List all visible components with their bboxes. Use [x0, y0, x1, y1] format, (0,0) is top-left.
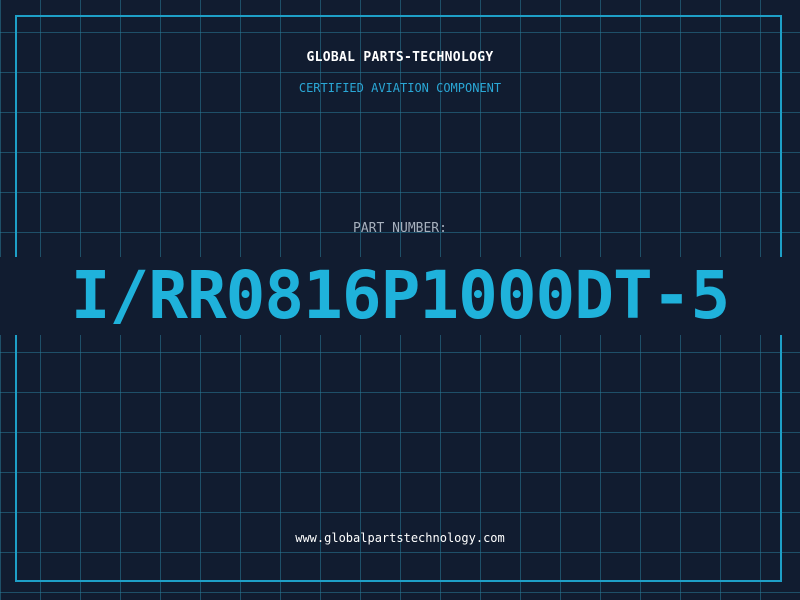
part-number-label: PART NUMBER:: [353, 221, 447, 236]
website-url: www.globalpartstechnology.com: [295, 531, 505, 545]
grid-background: GLOBAL PARTS-TECHNOLOGY CERTIFIED AVIATI…: [0, 0, 800, 600]
certification-tagline: CERTIFIED AVIATION COMPONENT: [298, 81, 502, 95]
company-name: GLOBAL PARTS-TECHNOLOGY: [306, 50, 494, 65]
part-number-value: I/RR0816P1000DT-5: [0, 257, 800, 335]
